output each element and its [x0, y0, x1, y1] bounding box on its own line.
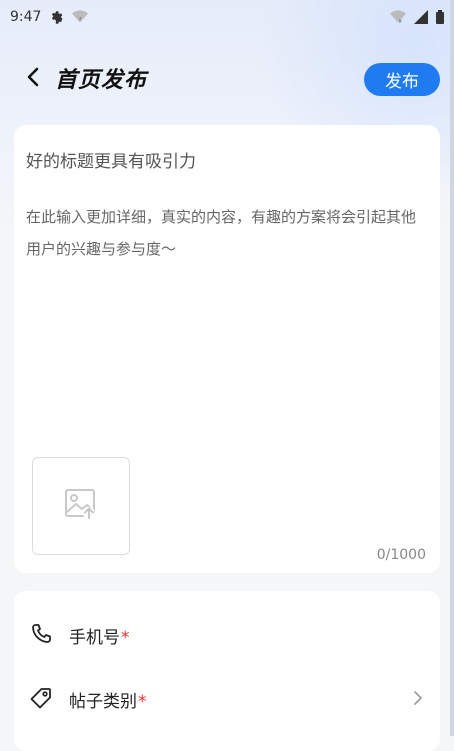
status-left: 9:47 ? — [10, 9, 89, 25]
back-button[interactable] — [18, 64, 48, 94]
svg-text:?: ? — [79, 17, 82, 23]
char-count: 0/1000 — [376, 547, 426, 563]
wifi-icon: ? — [72, 10, 89, 24]
status-bar: 9:47 ? x — [0, 0, 454, 34]
content-input[interactable] — [26, 201, 426, 281]
page-title: 首页发布 — [55, 68, 148, 93]
editor-card: 0/1000 — [14, 125, 440, 573]
publish-button[interactable]: 发布 — [364, 63, 440, 96]
tag-icon — [28, 685, 54, 711]
status-right: x — [390, 10, 444, 24]
chevron-right-icon — [410, 689, 426, 707]
phone-icon — [28, 621, 54, 647]
category-label: 帖子类别* — [69, 692, 147, 712]
info-card: 手机号* 帖子类别* — [14, 591, 440, 751]
required-mark: * — [121, 628, 130, 648]
page-header: 首页发布 发布 — [0, 56, 454, 102]
required-mark: * — [138, 692, 147, 712]
signal-icon — [414, 10, 428, 24]
image-upload-button[interactable] — [32, 457, 130, 555]
phone-row[interactable]: 手机号* — [14, 607, 440, 663]
svg-text:x: x — [399, 18, 402, 24]
phone-label: 手机号* — [69, 628, 130, 648]
title-input[interactable] — [26, 147, 426, 177]
image-upload-icon — [64, 487, 98, 525]
chevron-left-icon — [26, 67, 40, 91]
gear-icon — [49, 10, 64, 25]
category-row[interactable]: 帖子类别* — [14, 671, 440, 727]
wifi-icon: x — [390, 10, 406, 24]
battery-icon — [436, 10, 444, 24]
status-time: 9:47 — [10, 9, 42, 25]
scroll-edge — [450, 0, 454, 736]
